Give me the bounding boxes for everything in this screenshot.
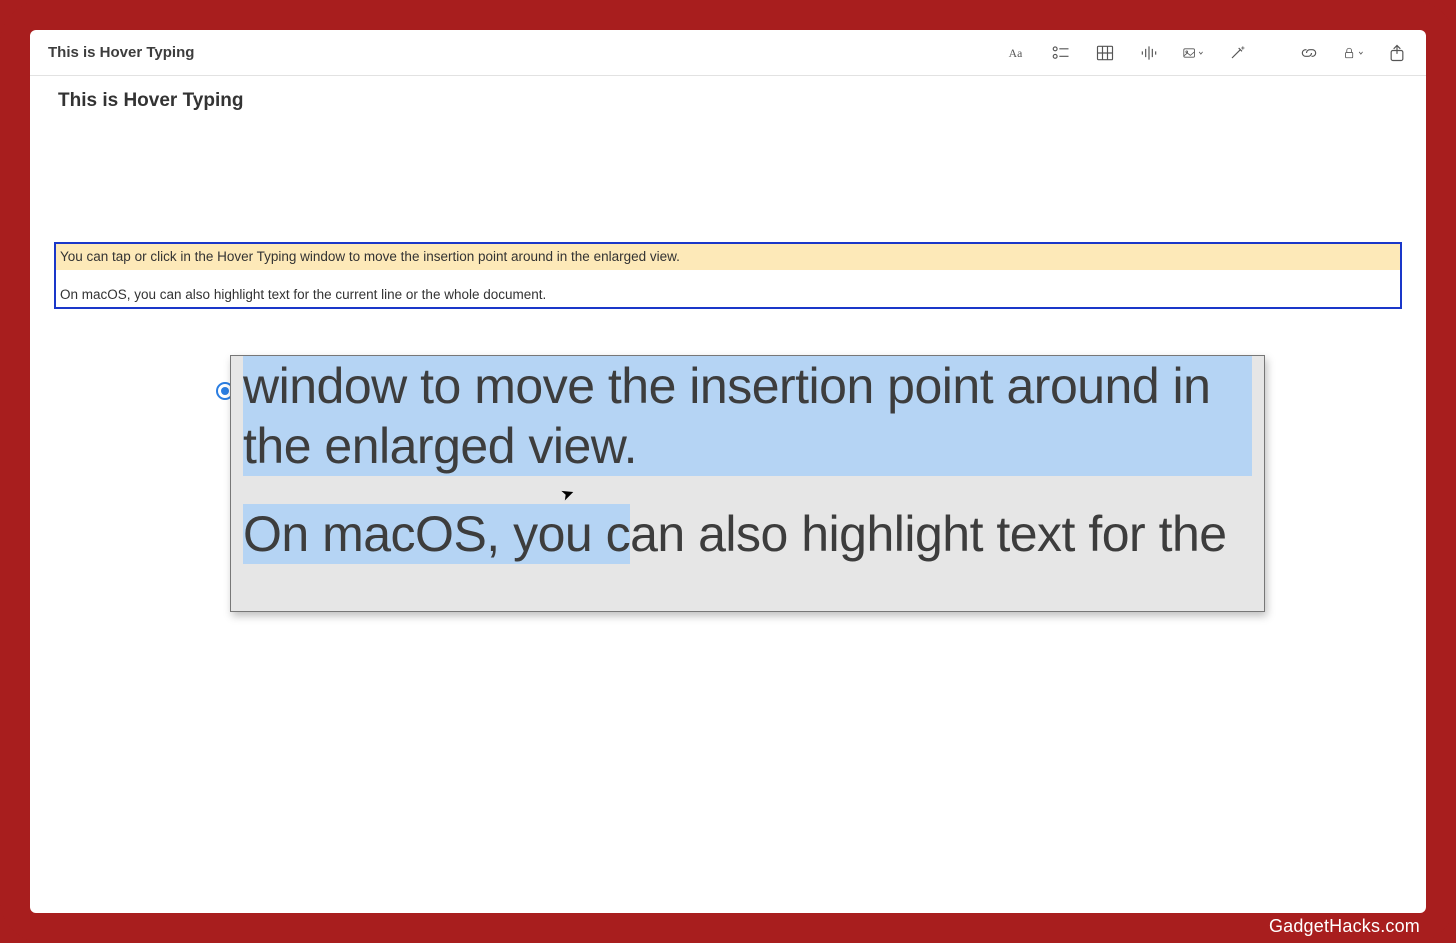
audio-icon[interactable] (1138, 42, 1160, 64)
media-icon[interactable] (1182, 42, 1204, 64)
wand-icon[interactable] (1226, 42, 1248, 64)
window-title: This is Hover Typing (48, 44, 194, 61)
hover-line-2-highlight[interactable]: On macOS, you c (243, 504, 630, 564)
app-window: This is Hover Typing Aa (30, 30, 1426, 913)
link-icon[interactable] (1298, 42, 1320, 64)
paragraph-1[interactable]: You can tap or click in the Hover Typing… (56, 244, 1400, 270)
paragraph-2[interactable]: On macOS, you can also highlight text fo… (56, 284, 1400, 308)
hover-line-1[interactable]: window to move the insertion point aroun… (243, 356, 1252, 476)
format-icon[interactable]: Aa (1006, 42, 1028, 64)
svg-text:Aa: Aa (1009, 47, 1023, 60)
frame-border: This is Hover Typing Aa (0, 0, 1456, 943)
hover-typing-content[interactable]: window to move the insertion point aroun… (231, 356, 1264, 564)
toolbar: This is Hover Typing Aa (30, 30, 1426, 76)
checklist-icon[interactable] (1050, 42, 1072, 64)
table-icon[interactable] (1094, 42, 1116, 64)
document-area[interactable]: This is Hover Typing You can tap or clic… (30, 76, 1426, 913)
document-title: This is Hover Typing (58, 90, 1426, 112)
toolbar-icons: Aa (1006, 42, 1408, 64)
text-focus-region[interactable]: You can tap or click in the Hover Typing… (54, 242, 1402, 309)
lock-icon[interactable] (1342, 42, 1364, 64)
watermark: GadgetHacks.com (1269, 916, 1420, 937)
hover-line-2-rest[interactable]: an also highlight text for the (630, 504, 1227, 564)
share-icon[interactable] (1386, 42, 1408, 64)
hover-typing-wrapper: window to move the insertion point aroun… (230, 355, 1265, 612)
hover-typing-panel[interactable]: window to move the insertion point aroun… (230, 355, 1265, 612)
